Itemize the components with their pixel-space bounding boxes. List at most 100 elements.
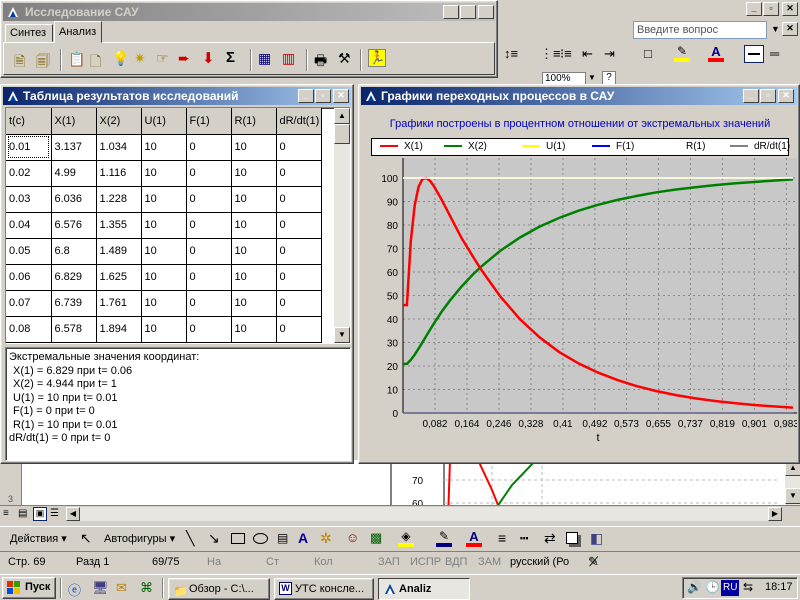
task-button-word[interactable]: W УТС консле...: [274, 578, 374, 600]
picture-icon[interactable]: ▩: [370, 530, 382, 546]
dash-style-icon[interactable]: ┅: [520, 530, 528, 547]
table-max-button[interactable]: ▫: [315, 89, 331, 103]
open-list-icon[interactable]: 🗐: [36, 51, 52, 67]
table-cell[interactable]: 0: [276, 342, 321, 344]
arrow-tool-icon[interactable]: ↘: [208, 530, 220, 547]
help-icon[interactable]: ?: [602, 71, 616, 85]
table-min-button[interactable]: _: [298, 89, 314, 103]
exit-runner-icon[interactable]: 🏃: [368, 49, 386, 67]
diagram-icon[interactable]: ✲: [320, 530, 332, 547]
table-cell[interactable]: 0.03: [6, 186, 51, 212]
print-icon[interactable]: 🖶: [314, 50, 330, 66]
sun-icon[interactable]: ✷: [134, 50, 150, 66]
paste-icon[interactable]: 📋: [68, 51, 84, 67]
table-cell[interactable]: 0: [276, 186, 321, 212]
drawing-actions-menu[interactable]: Действия ▾: [10, 532, 67, 545]
table-cell[interactable]: 2.024: [96, 342, 141, 344]
table-scroll-down-icon[interactable]: ▼: [334, 327, 350, 343]
table-close-button[interactable]: ✕: [333, 89, 349, 103]
table-cell[interactable]: 1.761: [96, 290, 141, 316]
table-cell[interactable]: 0: [186, 264, 231, 290]
table-cell[interactable]: 10: [231, 264, 276, 290]
table-cell[interactable]: 0.06: [6, 264, 51, 290]
lang-indicator[interactable]: RU: [721, 580, 739, 596]
zoom-dropdown-icon[interactable]: ▼: [588, 73, 596, 82]
outlook-quicklaunch-icon[interactable]: ✉: [116, 580, 132, 596]
task-button-analiz[interactable]: Analiz: [378, 578, 470, 600]
table-cell[interactable]: 10: [231, 290, 276, 316]
word-question-box[interactable]: Введите вопрос: [633, 21, 767, 39]
table-cell[interactable]: 10: [141, 160, 186, 186]
table-cell[interactable]: 0.05: [6, 238, 51, 264]
graph-close-button[interactable]: ✕: [778, 89, 794, 103]
graph-min-button[interactable]: _: [743, 89, 759, 103]
increase-indent-icon[interactable]: ⇥: [604, 46, 615, 62]
spelling-status-icon[interactable]: ✎̸: [588, 554, 599, 570]
start-button[interactable]: Пуск: [2, 577, 56, 599]
table-cell[interactable]: 6.576: [51, 212, 96, 238]
column-header[interactable]: F(1): [186, 108, 231, 134]
table-cell[interactable]: 10: [141, 186, 186, 212]
bullets-icon[interactable]: ⁝≡: [560, 46, 572, 62]
table-icon[interactable]: ▦: [258, 50, 274, 66]
table-cell[interactable]: 0: [186, 238, 231, 264]
hscroll-left-icon[interactable]: ◀: [66, 507, 80, 521]
app-close-button[interactable]: ✕: [478, 5, 494, 19]
table-cell[interactable]: 0.04: [6, 212, 51, 238]
borders-icon[interactable]: □: [644, 46, 652, 61]
document-icon[interactable]: 🗋: [90, 51, 106, 67]
arrow-style-icon[interactable]: ⇄: [544, 530, 556, 547]
fill-color-icon[interactable]: ◈: [398, 529, 414, 547]
table-cell[interactable]: 4.99: [51, 160, 96, 186]
media-quicklaunch-icon[interactable]: ⌘: [140, 580, 156, 596]
status-ext[interactable]: ВДП: [445, 554, 467, 571]
line-weight-icon[interactable]: ═: [770, 46, 779, 61]
settings-tools-icon[interactable]: ⚒: [338, 50, 354, 66]
line-tool-icon[interactable]: ╲: [186, 530, 194, 547]
oval-tool-icon[interactable]: [253, 533, 268, 544]
table-cell[interactable]: 0.09: [6, 342, 51, 344]
hand-icon[interactable]: ☞: [156, 50, 172, 66]
chart-bars-icon[interactable]: ▥: [282, 50, 298, 66]
table-cell[interactable]: 10: [141, 290, 186, 316]
hscroll-right-icon[interactable]: ▶: [768, 507, 782, 521]
table-cell[interactable]: 10: [231, 160, 276, 186]
column-header[interactable]: U(1): [141, 108, 186, 134]
table-cell[interactable]: 0: [276, 238, 321, 264]
table-cell[interactable]: 1.489: [96, 238, 141, 264]
print-view-icon[interactable]: ▣: [33, 507, 47, 521]
arrow-right-icon[interactable]: ➨: [178, 50, 194, 66]
word-close-button[interactable]: ✕: [782, 2, 798, 16]
table-cell[interactable]: 0: [186, 160, 231, 186]
table-cell[interactable]: 0: [186, 134, 231, 160]
font-color-draw-icon[interactable]: A: [466, 529, 482, 547]
outline-view-icon[interactable]: ☰: [50, 508, 59, 519]
table-cell[interactable]: 10: [141, 316, 186, 342]
table-cell[interactable]: 0: [186, 290, 231, 316]
table-cell[interactable]: 10: [231, 134, 276, 160]
tab-analysis[interactable]: Анализ: [54, 21, 102, 43]
wordart-icon[interactable]: A: [298, 530, 308, 546]
task-button-explorer[interactable]: 📁 Обзор - C:\...: [168, 578, 270, 600]
rectangle-tool-icon[interactable]: [231, 533, 245, 544]
table-cell[interactable]: 0: [276, 160, 321, 186]
table-cell[interactable]: 6.739: [51, 290, 96, 316]
column-header[interactable]: t(c): [6, 108, 51, 134]
table-cell[interactable]: 6.829: [51, 264, 96, 290]
table-cell[interactable]: 10: [141, 238, 186, 264]
ie-quicklaunch-icon[interactable]: ⓔ: [68, 580, 84, 596]
table-cell[interactable]: 1.034: [96, 134, 141, 160]
table-vscrollbar[interactable]: ▲ ▼: [334, 108, 350, 343]
table-scroll-up-icon[interactable]: ▲: [334, 108, 350, 124]
table-cell[interactable]: 10: [141, 264, 186, 290]
lightbulb-icon[interactable]: 💡: [112, 50, 128, 66]
table-cell[interactable]: 6.378: [51, 342, 96, 344]
select-objects-icon[interactable]: ↖: [80, 530, 92, 547]
table-cell[interactable]: 6.8: [51, 238, 96, 264]
table-cell[interactable]: 0: [186, 212, 231, 238]
desktop-quicklaunch-icon[interactable]: 🖥: [92, 580, 108, 596]
numbering-icon[interactable]: ⋮≡: [540, 46, 561, 62]
web-view-icon[interactable]: ▤: [18, 508, 27, 519]
table-cell[interactable]: 10: [141, 342, 186, 344]
table-cell[interactable]: 3.137: [51, 134, 96, 160]
